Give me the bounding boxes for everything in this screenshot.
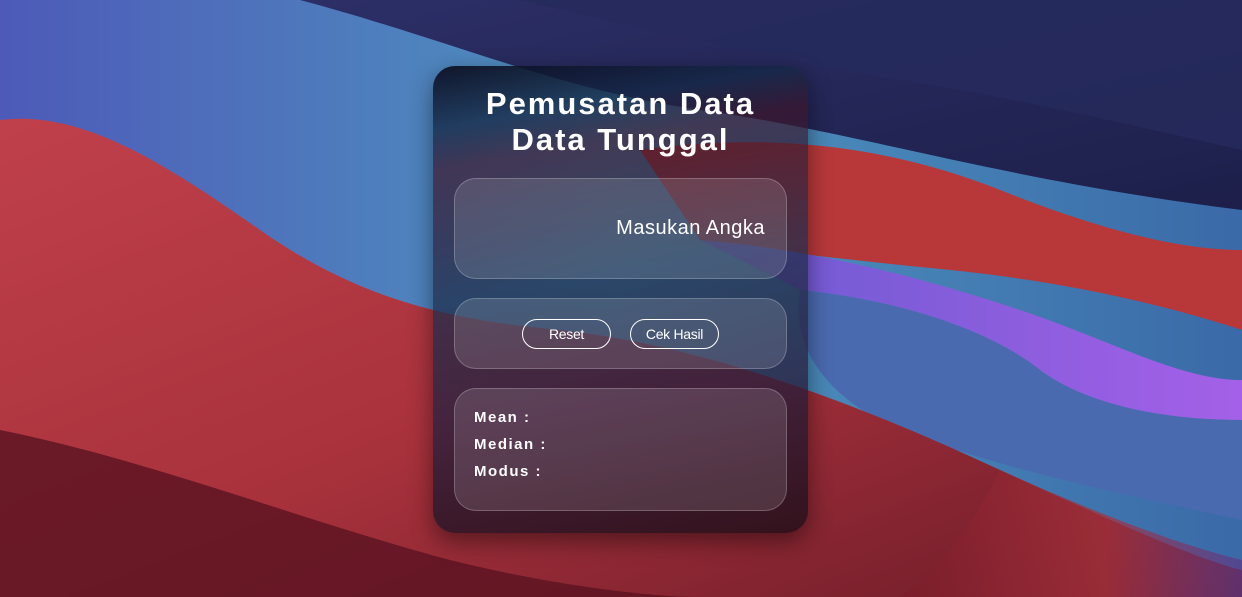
reset-button[interactable]: Reset bbox=[522, 319, 611, 349]
number-input[interactable] bbox=[455, 179, 786, 278]
modus-label: Modus : bbox=[474, 463, 542, 480]
calculator-card: Pemusatan Data Data Tunggal Reset Cek Ha… bbox=[433, 66, 808, 533]
median-row: Median : bbox=[474, 436, 553, 453]
mean-row: Mean : bbox=[474, 409, 537, 426]
mean-label: Mean : bbox=[474, 409, 531, 426]
page-title: Pemusatan Data Data Tunggal bbox=[433, 86, 808, 158]
modus-row: Modus : bbox=[474, 463, 548, 480]
title-line-2: Data Tunggal bbox=[511, 122, 730, 157]
cek-hasil-button[interactable]: Cek Hasil bbox=[630, 319, 719, 349]
button-panel: Reset Cek Hasil bbox=[454, 298, 787, 369]
results-panel: Mean : Median : Modus : bbox=[454, 388, 787, 511]
title-line-1: Pemusatan Data bbox=[485, 86, 756, 121]
input-panel bbox=[454, 178, 787, 279]
median-label: Median : bbox=[474, 436, 547, 453]
